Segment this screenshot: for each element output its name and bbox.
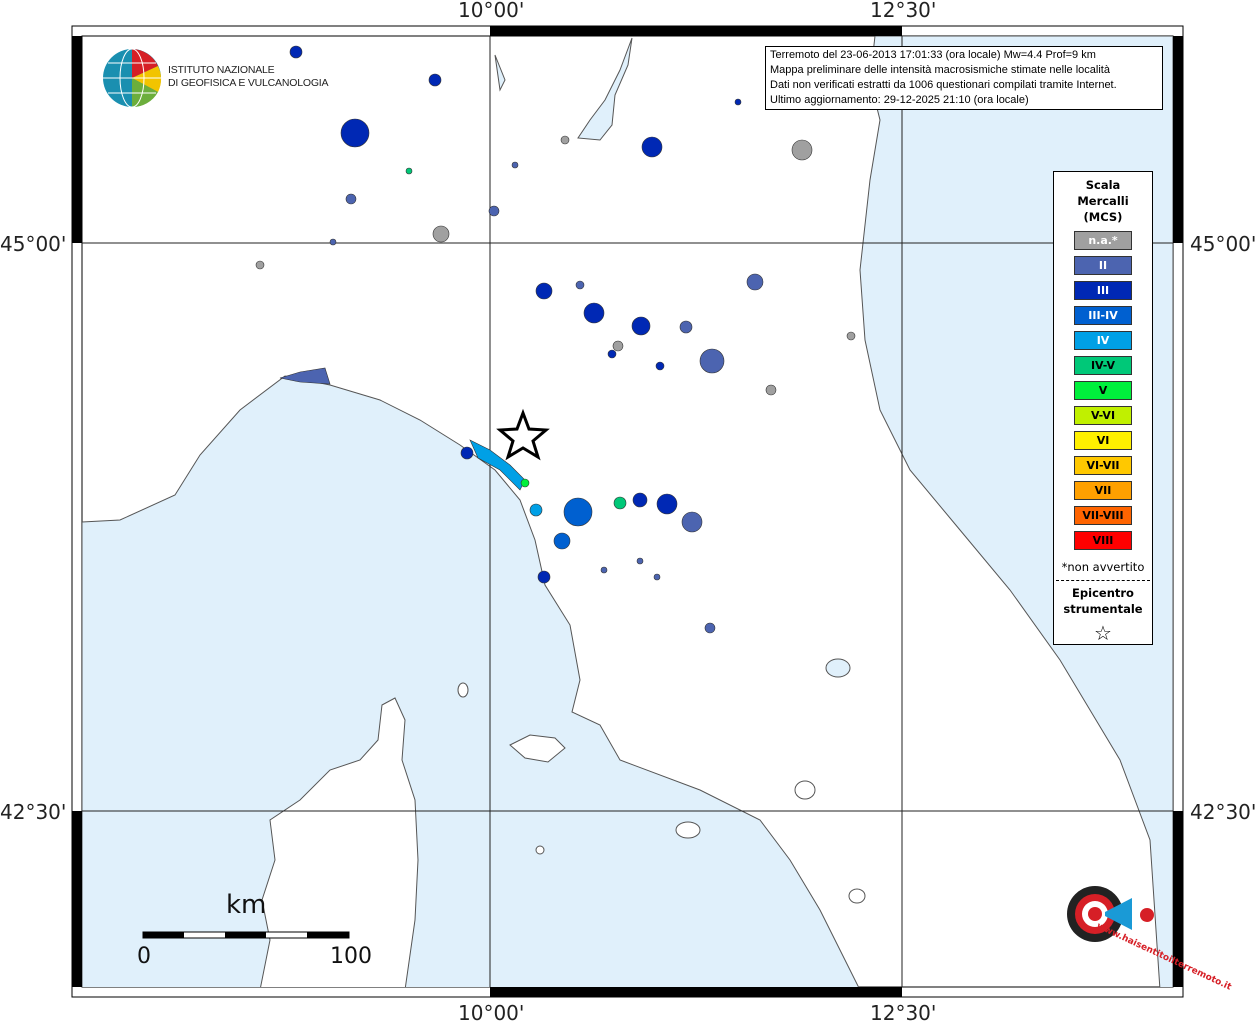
legend-swatch-iv-v: IV-V: [1074, 356, 1132, 375]
scale-bar: [142, 931, 350, 939]
scale-unit: km: [226, 890, 267, 920]
info-line-update: Ultimo aggiornamento: 29-12-2025 21:10 (…: [770, 94, 1029, 106]
legend-swatch-v: V: [1074, 381, 1132, 400]
legend-swatch-vii: VII: [1074, 481, 1132, 500]
ingv-logo-text: ISTITUTO NAZIONALE DI GEOFISICA E VULCAN…: [168, 64, 329, 90]
mcs-legend: Scala Mercalli (MCS) n.a.* II III III-IV IV I…: [1053, 171, 1153, 645]
event-info-box: Terremoto del 23-06-2013 17:01:33 (ora l…: [765, 46, 1163, 110]
legend-epicenter-2: strumentale: [1063, 602, 1143, 616]
lon-label-bottom-10: 10°00': [458, 1001, 525, 1025]
ingv-logo: [103, 48, 162, 108]
legend-swatch-vii-viii: VII-VIII: [1074, 506, 1132, 525]
legend-swatch-vi-vii: VI-VII: [1074, 456, 1132, 475]
info-line-map: Mappa preliminare delle intensità macros…: [770, 64, 1110, 76]
lat-label-left-42-30: 42°30': [0, 800, 67, 824]
scale-max: 100: [330, 944, 372, 969]
legend-note: *non avvertito: [1061, 560, 1145, 574]
legend-swatch-viii: VIII: [1074, 531, 1132, 550]
info-line-data: Dati non verificati estratti da 1006 que…: [770, 79, 1117, 91]
lat-label-right-42-30: 42°30': [1190, 800, 1255, 824]
legend-star-icon: ☆: [1094, 621, 1112, 645]
legend-title-3: (MCS): [1083, 210, 1123, 224]
ingv-line2: DI GEOFISICA E VULCANOLOGIA: [168, 77, 329, 89]
legend-title-2: Mercalli: [1077, 194, 1129, 208]
legend-divider: [1056, 580, 1150, 581]
lat-label-left-45: 45°00': [0, 232, 67, 256]
lon-label-bottom-12-30: 12°30': [870, 1001, 937, 1025]
legend-swatch-vi: VI: [1074, 431, 1132, 450]
legend-swatch-iii-iv: III-IV: [1074, 306, 1132, 325]
lon-label-top-12-30: 12°30': [870, 0, 937, 22]
legend-swatch-v-vi: V-VI: [1074, 406, 1132, 425]
legend-swatch-na: n.a.*: [1074, 231, 1132, 250]
scale-min: 0: [137, 944, 151, 969]
info-line-event: Terremoto del 23-06-2013 17:01:33 (ora l…: [770, 49, 1096, 61]
legend-swatch-iii: III: [1074, 281, 1132, 300]
legend-title-1: Scala: [1085, 178, 1121, 192]
legend-epicenter-1: Epicentro: [1072, 586, 1134, 600]
legend-swatch-iv: IV: [1074, 331, 1132, 350]
lon-label-top-10: 10°00': [458, 0, 525, 22]
ingv-line1: ISTITUTO NAZIONALE: [168, 64, 275, 76]
lat-label-right-45: 45°00': [1190, 232, 1255, 256]
legend-swatch-ii: II: [1074, 256, 1132, 275]
